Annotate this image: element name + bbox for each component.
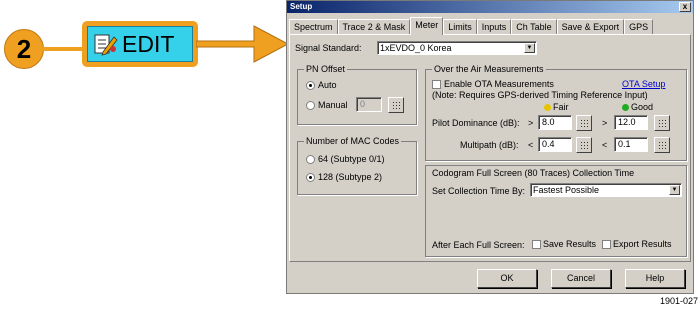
step-number-badge: 2 <box>4 29 44 69</box>
collection-time-label: Set Collection Time By: <box>432 186 526 196</box>
pilot-dominance-label: Pilot Dominance (dB): <box>432 118 520 128</box>
callout-connector <box>43 47 83 51</box>
export-results-label: Export Results <box>613 239 672 249</box>
close-button[interactable]: x <box>679 2 691 12</box>
tab-save-export[interactable]: Save & Export <box>556 19 625 35</box>
signal-standard-label: Signal Standard: <box>295 43 362 53</box>
save-results-checkbox[interactable] <box>532 240 541 249</box>
after-full-screen-label: After Each Full Screen: <box>432 240 525 250</box>
tab-inputs[interactable]: Inputs <box>476 19 512 35</box>
tab-strip: Spectrum Trace 2 & Mask Meter Limits Inp… <box>289 17 654 35</box>
keypad-icon <box>580 119 589 128</box>
ota-setup-link[interactable]: OTA Setup <box>622 79 665 89</box>
export-results-checkbox[interactable] <box>602 240 611 249</box>
keypad-icon <box>392 101 401 110</box>
tab-gps[interactable]: GPS <box>624 19 654 35</box>
keypad-icon <box>580 141 589 150</box>
multipath-fair-operator: < <box>528 140 534 150</box>
pilot-good-operator: > <box>602 118 608 128</box>
pilot-fair-input[interactable]: 8.0 <box>538 115 572 130</box>
keypad-icon <box>658 119 667 128</box>
help-button[interactable]: Help <box>625 269 685 288</box>
enable-ota-checkbox[interactable] <box>432 80 441 89</box>
multipath-label: Multipath (dB): <box>460 140 519 150</box>
edit-icon <box>94 32 118 56</box>
good-label: Good <box>631 102 654 112</box>
pilot-fair-operator: > <box>528 118 534 128</box>
tab-trace2-mask[interactable]: Trace 2 & Mask <box>337 19 411 35</box>
pilot-good-keypad-button[interactable] <box>654 115 670 131</box>
enable-ota-label: Enable OTA Measurements <box>444 79 554 89</box>
codogram-title: Codogram Full Screen (80 Traces) Collect… <box>432 168 635 178</box>
tab-limits[interactable]: Limits <box>443 19 477 35</box>
multipath-fair-keypad-button[interactable] <box>576 137 592 153</box>
tab-meter[interactable]: Meter <box>410 17 444 35</box>
pilot-good-input[interactable]: 12.0 <box>614 115 648 130</box>
multipath-good-keypad-button[interactable] <box>654 137 670 153</box>
signal-standard-value: 1xEVDO_0 Korea <box>380 43 452 53</box>
collection-time-value: Fastest Possible <box>533 185 600 195</box>
keypad-icon <box>658 141 667 150</box>
ota-note: (Note: Requires GPS-derived Timing Refer… <box>432 90 648 100</box>
ok-button[interactable]: OK <box>477 269 537 288</box>
pn-offset-manual-radio[interactable] <box>306 101 315 110</box>
pn-offset-manual-label: Manual <box>318 100 348 110</box>
pn-offset-manual-input[interactable]: 0 <box>356 97 382 112</box>
pn-offset-auto-radio[interactable] <box>306 81 315 90</box>
multipath-fair-input[interactable]: 0.4 <box>538 137 572 152</box>
pn-offset-title: PN Offset <box>304 64 347 74</box>
mac-codes-128-radio[interactable] <box>306 173 315 182</box>
fair-indicator-icon <box>544 104 551 111</box>
mac-codes-128-label: 128 (Subtype 2) <box>318 172 383 182</box>
save-results-label: Save Results <box>543 239 597 249</box>
dialog-titlebar: Setup <box>287 1 693 13</box>
pn-offset-auto-label: Auto <box>318 80 337 90</box>
callout-arrow <box>196 25 290 63</box>
chevron-down-icon: ▼ <box>524 43 535 53</box>
codogram-group: Codogram Full Screen (80 Traces) Collect… <box>425 165 687 257</box>
figure-number: 1901-027 <box>659 296 698 306</box>
edit-button[interactable]: EDIT <box>87 26 193 62</box>
ota-title: Over the Air Measurements <box>432 64 546 74</box>
mac-codes-group: Number of MAC Codes 64 (Subtype 0/1) 128… <box>297 136 417 195</box>
chevron-down-icon: ▼ <box>669 185 680 195</box>
cancel-button[interactable]: Cancel <box>551 269 611 288</box>
fair-label: Fair <box>553 102 569 112</box>
pn-offset-keypad-button[interactable] <box>388 97 404 113</box>
edit-button-highlight: EDIT <box>82 21 198 67</box>
mac-codes-64-label: 64 (Subtype 0/1) <box>318 154 385 164</box>
multipath-good-input[interactable]: 0.1 <box>614 137 648 152</box>
tab-spectrum[interactable]: Spectrum <box>289 19 338 35</box>
tab-ch-table[interactable]: Ch Table <box>511 19 557 35</box>
mac-codes-title: Number of MAC Codes <box>304 136 402 146</box>
signal-standard-select[interactable]: 1xEVDO_0 Korea ▼ <box>377 41 537 55</box>
multipath-good-operator: < <box>602 140 608 150</box>
setup-dialog: Setup x Spectrum Trace 2 & Mask Meter Li… <box>286 0 694 294</box>
pn-offset-group: PN Offset Auto Manual 0 <box>297 64 417 125</box>
mac-codes-64-radio[interactable] <box>306 155 315 164</box>
dialog-title: Setup <box>290 2 313 11</box>
pilot-fair-keypad-button[interactable] <box>576 115 592 131</box>
collection-time-select[interactable]: Fastest Possible ▼ <box>530 183 682 197</box>
ota-group: Over the Air Measurements Enable OTA Mea… <box>425 64 687 161</box>
edit-button-label: EDIT <box>122 30 175 57</box>
good-indicator-icon <box>622 104 629 111</box>
